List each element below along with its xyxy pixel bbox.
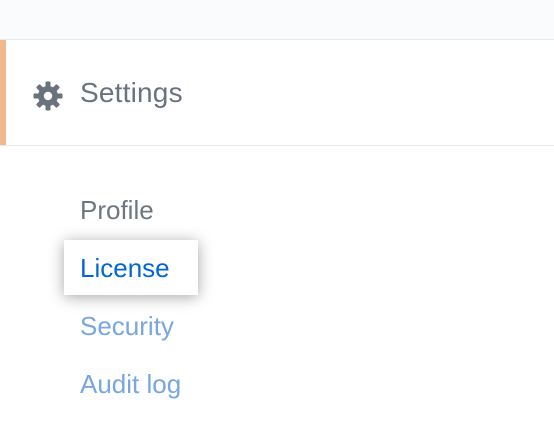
nav-item-profile[interactable]: Profile <box>80 194 154 226</box>
accent-bar <box>0 40 6 145</box>
nav-item-audit-log[interactable]: Audit log <box>80 368 181 400</box>
settings-nav: Profile License Security Audit log <box>0 146 554 429</box>
settings-header: Settings <box>0 40 554 146</box>
nav-item-security[interactable]: Security <box>80 310 174 342</box>
top-strip <box>0 0 554 40</box>
gear-icon <box>32 80 64 112</box>
page-title: Settings <box>80 77 183 108</box>
nav-item-license[interactable]: License <box>80 252 170 284</box>
